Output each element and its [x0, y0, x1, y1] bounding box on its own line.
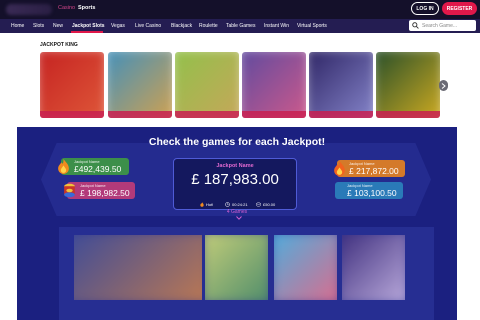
- game-caption-bar: [175, 111, 239, 118]
- menu-home[interactable]: Home: [11, 23, 24, 29]
- jackpot-game-tile[interactable]: [274, 235, 337, 300]
- chevron-right-icon: [441, 82, 446, 89]
- jackpot-game-tile[interactable]: [205, 235, 268, 300]
- flame-icon: [58, 159, 69, 174]
- jackpot-card-1[interactable]: Jackpot Name £492,439.50: [58, 158, 129, 175]
- game-tile[interactable]: [309, 52, 373, 118]
- menu-virtual-sports[interactable]: Virtual Sports: [297, 23, 327, 29]
- register-button[interactable]: REGISTER: [442, 2, 477, 15]
- menu-blackjack[interactable]: Blackjack: [171, 23, 192, 29]
- menu-jackpot-slots[interactable]: Jackpot Slots: [72, 23, 105, 29]
- menu-new[interactable]: New: [53, 23, 63, 29]
- game-thumbnail: [205, 235, 268, 300]
- game-tile[interactable]: [242, 52, 306, 118]
- menu-live-casino[interactable]: Live Casino: [135, 23, 161, 29]
- jackpot-promo: Check the games for each Jackpot! Jackpo…: [17, 127, 457, 320]
- section-title: JACKPOT KING: [40, 42, 78, 48]
- featured-jackpot[interactable]: Jackpot Name £ 187,983.00 Hot! 00:24:21 …: [173, 158, 297, 210]
- jackpot-game-tile[interactable]: [74, 235, 202, 300]
- game-caption-bar: [40, 111, 104, 118]
- nav-sports[interactable]: Sports: [78, 5, 95, 11]
- game-thumbnail: [242, 52, 306, 118]
- flame-icon: [200, 202, 204, 207]
- active-menu-indicator: [71, 31, 103, 33]
- jackpot-game-tile[interactable]: [342, 235, 405, 300]
- search-input[interactable]: Search Game...: [409, 20, 476, 31]
- game-tile[interactable]: [376, 52, 440, 118]
- game-tile[interactable]: [40, 52, 104, 118]
- clock-icon: [225, 202, 230, 207]
- game-caption-bar: [309, 111, 373, 118]
- hot-label: Hot!: [206, 202, 214, 207]
- menu-vegas[interactable]: Vegas: [111, 23, 125, 29]
- min-bet-value: £50.00: [263, 202, 276, 207]
- timer: 00:24:21: [225, 202, 248, 207]
- game-thumbnail: [74, 235, 202, 300]
- games-count: 4 Games: [226, 209, 248, 215]
- menu-table-games[interactable]: Table Games: [226, 23, 255, 29]
- jackpot-card-2[interactable]: Jackpot Name £ 198,982.50: [64, 182, 135, 199]
- game-tile[interactable]: [175, 52, 239, 118]
- jackpot-card-3[interactable]: Jackpot Name £ 217,872.00: [334, 160, 405, 177]
- timer-value: 00:24:21: [232, 202, 248, 207]
- game-caption-bar: [242, 111, 306, 118]
- game-thumbnail: [376, 52, 440, 118]
- jackpot-title: Check the games for each Jackpot!: [148, 136, 326, 148]
- flame-icon: [334, 161, 345, 176]
- jackpot-card-4[interactable]: Jackpot Name £ 103,100.50: [335, 182, 403, 199]
- jackpot-card-2-amount: £ 198,982.50: [80, 188, 130, 198]
- game-caption-bar: [108, 111, 172, 118]
- menu-roulette[interactable]: Roulette: [199, 23, 218, 29]
- jackpot-card-3-amount: £ 217,872.00: [349, 166, 399, 176]
- game-thumbnail: [175, 52, 239, 118]
- menu-instant-win[interactable]: Instant Win: [264, 23, 289, 29]
- coin-stack-icon: [64, 183, 75, 198]
- game-caption-bar: [376, 111, 440, 118]
- game-thumbnail: [274, 235, 337, 300]
- hot-status: Hot!: [200, 202, 213, 207]
- min-bet: £50.00: [256, 202, 275, 207]
- jackpot-card-4-amount: £ 103,100.50: [347, 188, 397, 198]
- search-icon: [412, 22, 419, 29]
- game-thumbnail: [108, 52, 172, 118]
- featured-jackpot-amount: £ 187,983.00: [191, 171, 279, 188]
- game-thumbnail: [40, 52, 104, 118]
- jackpot-card-1-amount: £492,439.50: [74, 164, 122, 174]
- game-tile[interactable]: [108, 52, 172, 118]
- game-thumbnail: [342, 235, 405, 300]
- carousel-next-button[interactable]: [439, 80, 448, 91]
- nav-casino[interactable]: Casino: [58, 5, 75, 11]
- search-placeholder: Search Game...: [422, 22, 458, 29]
- login-button[interactable]: LOG IN: [411, 2, 439, 15]
- featured-jackpot-name: Jackpot Name: [216, 163, 254, 169]
- brand-logo[interactable]: [6, 4, 52, 15]
- game-thumbnail: [309, 52, 373, 118]
- chevron-down-icon[interactable]: [236, 216, 242, 220]
- coins-icon: [256, 202, 261, 207]
- top-bar: Casino Sports LOG IN REGISTER: [0, 0, 480, 19]
- menu-slots[interactable]: Slots: [33, 23, 44, 29]
